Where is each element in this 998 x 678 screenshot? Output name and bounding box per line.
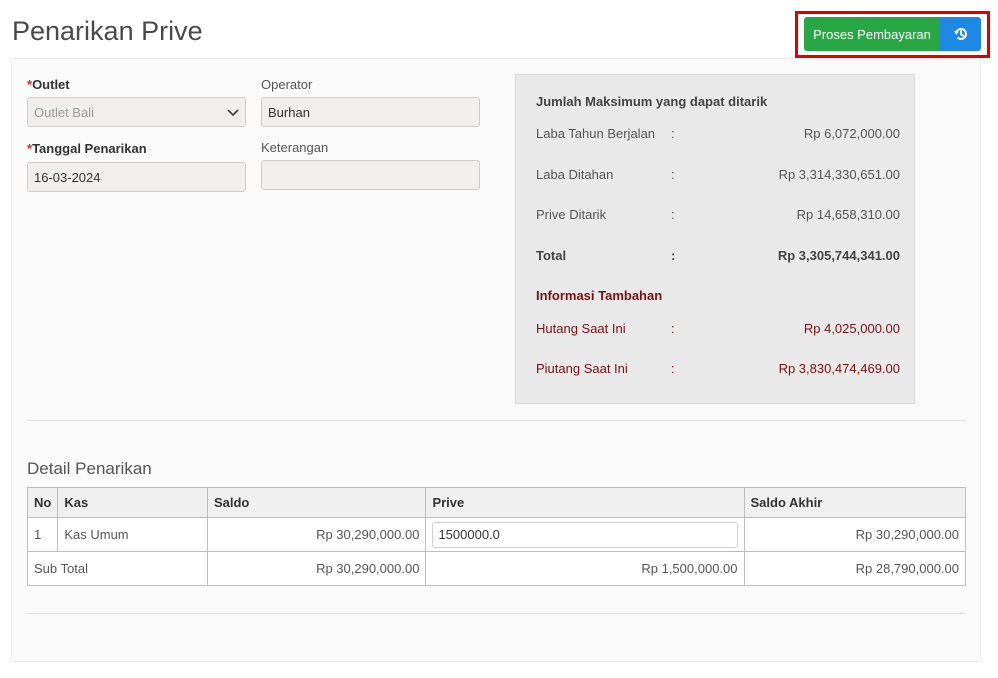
column-header: Saldo Akhir xyxy=(743,487,966,518)
summary-title: Jumlah Maksimum yang dapat ditarik xyxy=(536,94,768,109)
page-title: Penarikan Prive xyxy=(12,16,203,46)
tanggal-penarikan-input[interactable]: 16-03-2024 xyxy=(27,162,246,192)
operator-field: Burhan xyxy=(261,97,480,127)
detail-section-title: Detail Penarikan xyxy=(27,459,152,478)
tanggal-label: *Tanggal Penarikan xyxy=(27,141,147,156)
column-header: No xyxy=(26,487,59,518)
summary-row: Laba Tahun Berjalan: Rp 6,072,000.00 xyxy=(536,126,900,141)
proses-pembayaran-button[interactable]: Proses Pembayaran xyxy=(804,17,940,51)
table-row: 1 Kas Umum Rp 30,290,000.00 1500000.0 Rp… xyxy=(26,517,966,552)
row-saldo-akhir: Rp 30,290,000.00 xyxy=(743,517,966,552)
divider xyxy=(27,613,966,614)
row-kas: Kas Umum xyxy=(57,517,208,552)
outlet-select-value: Outlet Bali xyxy=(34,104,94,120)
summary-extra-row: Hutang Saat Ini: Rp 4,025,000.00 xyxy=(536,321,900,336)
divider xyxy=(27,420,966,421)
subtotal-row: Sub Total Rp 30,290,000.00 Rp 1,500,000.… xyxy=(27,551,966,586)
form-card: *Outlet Outlet Bali Operator Burhan *Tan… xyxy=(11,58,981,662)
history-button[interactable] xyxy=(940,17,981,51)
summary-panel: Jumlah Maksimum yang dapat ditarik Laba … xyxy=(515,74,915,404)
column-header: Prive xyxy=(425,487,745,518)
row-prive-cell: 1500000.0 xyxy=(425,517,745,552)
table-header-row: No Kas Saldo Prive Saldo Akhir xyxy=(26,487,966,518)
detail-table: No Kas Saldo Prive Saldo Akhir 1 Kas Umu… xyxy=(26,487,966,586)
action-button-group: Proses Pembayaran xyxy=(795,11,990,58)
subtotal-saldo: Rp 30,290,000.00 xyxy=(206,551,427,586)
keterangan-label: Keterangan xyxy=(261,140,329,155)
operator-label: Operator xyxy=(261,77,313,92)
prive-amount-input[interactable]: 1500000.0 xyxy=(432,521,738,548)
column-header: Saldo xyxy=(206,487,427,518)
subtotal-label: Sub Total xyxy=(27,551,208,586)
chevron-down-icon xyxy=(227,105,239,120)
subtotal-prive: Rp 1,500,000.00 xyxy=(425,551,745,586)
summary-total-row: Total: Rp 3,305,744,341.00 xyxy=(536,248,900,263)
subtotal-saldo-akhir: Rp 28,790,000.00 xyxy=(743,551,966,586)
history-icon xyxy=(953,26,969,42)
summary-extra-row: Piutang Saat Ini: Rp 3,830,474,469.00 xyxy=(536,361,900,376)
outlet-select[interactable]: Outlet Bali xyxy=(27,97,246,127)
column-header: Kas xyxy=(57,487,208,518)
row-saldo: Rp 30,290,000.00 xyxy=(206,517,427,552)
summary-row: Prive Ditarik: Rp 14,658,310.00 xyxy=(536,207,900,222)
summary-row: Laba Ditahan: Rp 3,314,330,651.00 xyxy=(536,167,900,182)
keterangan-input[interactable] xyxy=(261,160,480,190)
outlet-label: *Outlet xyxy=(27,77,70,92)
row-no: 1 xyxy=(26,517,59,552)
informasi-tambahan-title: Informasi Tambahan xyxy=(536,288,663,303)
